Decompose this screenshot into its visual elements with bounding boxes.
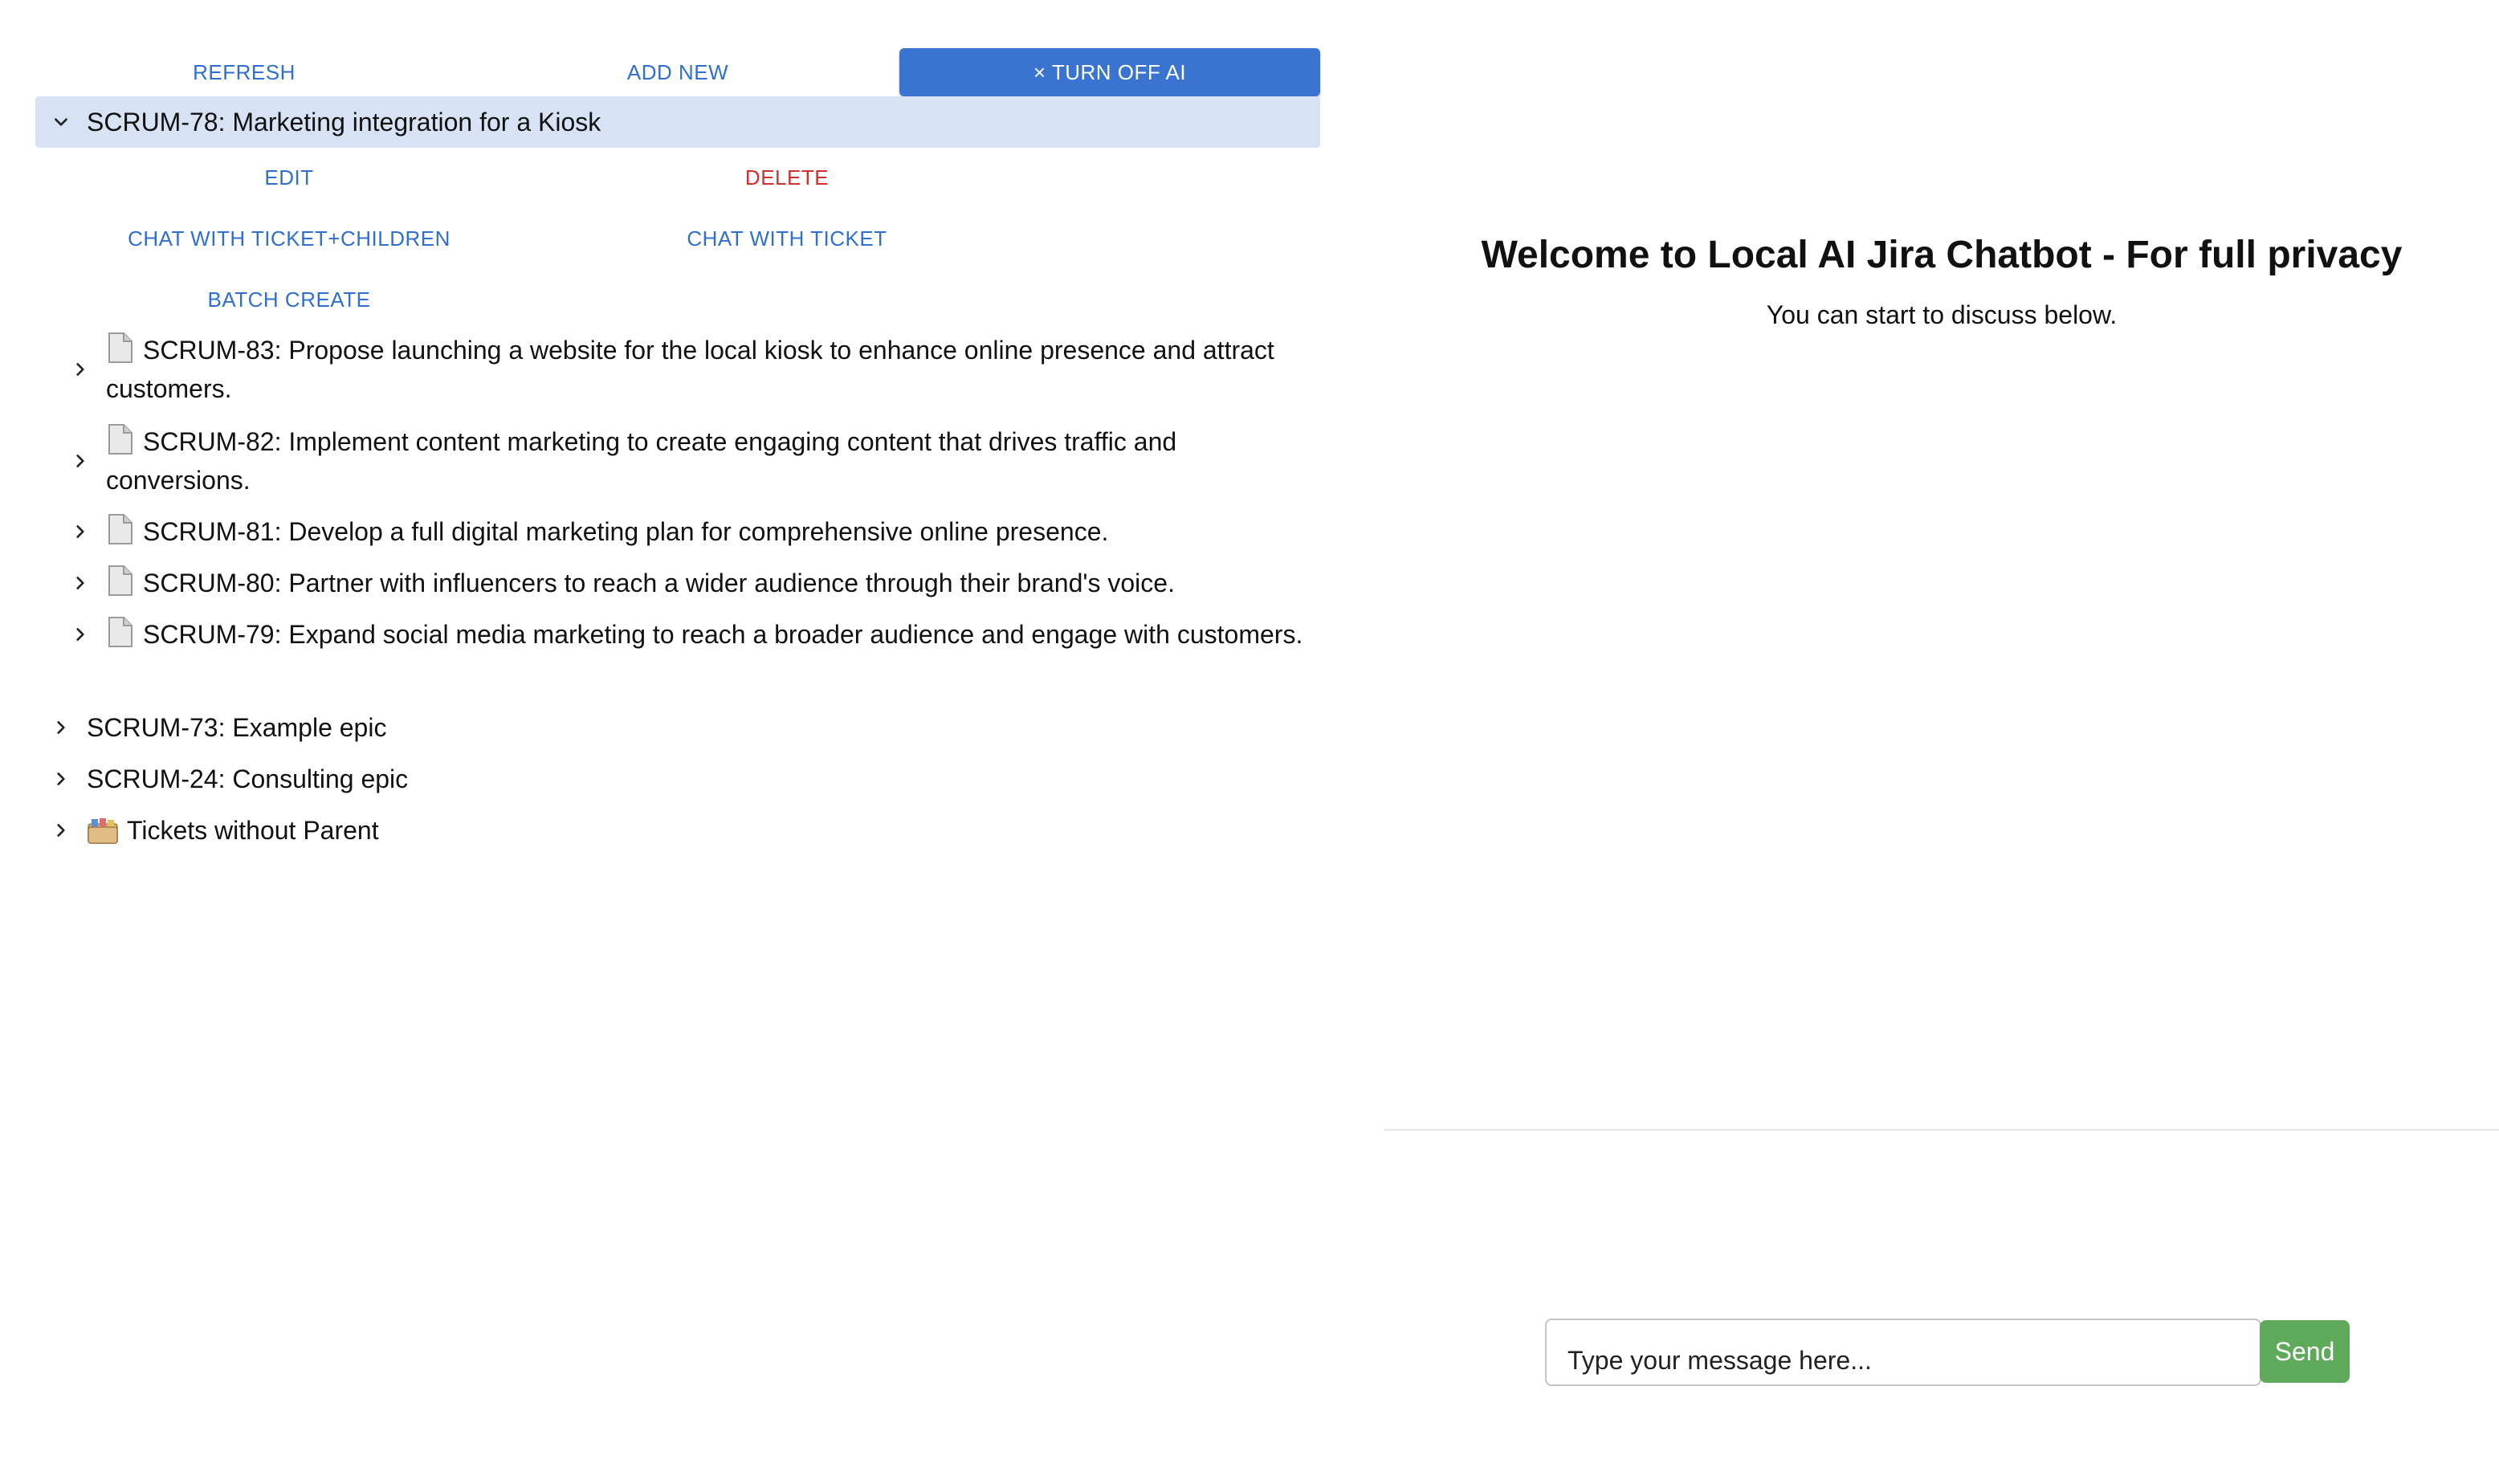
document-icon — [108, 617, 132, 647]
epic-row-no-parent[interactable]: Tickets without Parent — [35, 805, 1320, 856]
chevron-right-icon[interactable] — [55, 523, 106, 540]
ticket-row[interactable]: SCRUM-80: Partner with influencers to re… — [55, 564, 1323, 602]
epic-label: SCRUM-24: Consulting epic — [87, 764, 409, 793]
ticket-row[interactable]: SCRUM-79: Expand social media marketing … — [55, 615, 1323, 654]
send-button[interactable]: Send — [2260, 1320, 2350, 1383]
epic-row-selected[interactable]: SCRUM-78: Marketing integration for a Ki… — [35, 96, 1320, 148]
epic-label: SCRUM-73: Example epic — [87, 712, 387, 742]
chevron-down-icon[interactable] — [35, 113, 87, 131]
ticket-label: SCRUM-80: Partner with influencers to re… — [143, 569, 1175, 597]
chevron-right-icon[interactable] — [55, 452, 106, 470]
message-input[interactable] — [1545, 1319, 2261, 1386]
chevron-right-icon[interactable] — [35, 822, 87, 839]
ticket-tree-panel: REFRESH ADD NEW × TURN OFF AI SCRUM-78: … — [0, 0, 1365, 1484]
chat-with-ticket-button[interactable]: CHAT WITH TICKET — [642, 218, 932, 259]
document-icon — [108, 514, 132, 544]
ticket-label: SCRUM-81: Develop a full digital marketi… — [143, 517, 1109, 546]
toolbar: REFRESH ADD NEW × TURN OFF AI — [35, 48, 1320, 96]
chevron-right-icon[interactable] — [55, 626, 106, 643]
chat-divider — [1384, 1129, 2499, 1131]
ticket-row[interactable]: SCRUM-81: Develop a full digital marketi… — [55, 512, 1323, 551]
document-icon — [108, 565, 132, 596]
epic-label: Tickets without Parent — [127, 815, 379, 845]
ticket-label: SCRUM-83: Propose launching a website fo… — [106, 336, 1274, 403]
ticket-label: SCRUM-82: Implement content marketing to… — [106, 427, 1177, 495]
turn-off-ai-button[interactable]: × TURN OFF AI — [899, 48, 1320, 96]
chat-title: Welcome to Local AI Jira Chatbot - For f… — [1481, 234, 2403, 276]
chat-subtitle: You can start to discuss below. — [1766, 300, 2118, 329]
ticket-row[interactable]: SCRUM-83: Propose launching a website fo… — [55, 331, 1323, 408]
batch-create-button[interactable]: BATCH CREATE — [145, 279, 434, 320]
edit-button[interactable]: EDIT — [145, 157, 434, 198]
ticket-row[interactable]: SCRUM-82: Implement content marketing to… — [55, 422, 1323, 499]
refresh-button[interactable]: REFRESH — [35, 48, 453, 96]
chevron-right-icon[interactable] — [35, 770, 87, 788]
chevron-right-icon[interactable] — [35, 719, 87, 736]
epic-label: SCRUM-78: Marketing integration for a Ki… — [87, 107, 601, 137]
add-new-button[interactable]: ADD NEW — [469, 48, 887, 96]
chat-with-ticket-children-button[interactable]: CHAT WITH TICKET+CHILDREN — [80, 218, 498, 259]
document-icon — [108, 332, 132, 363]
epic-row[interactable]: SCRUM-24: Consulting epic — [35, 753, 1320, 805]
epic-row[interactable]: SCRUM-73: Example epic — [35, 702, 1320, 753]
chevron-right-icon[interactable] — [55, 361, 106, 378]
delete-button[interactable]: DELETE — [642, 157, 932, 198]
document-icon — [108, 424, 132, 455]
ticket-label: SCRUM-79: Expand social media marketing … — [143, 620, 1303, 649]
chevron-right-icon[interactable] — [55, 574, 106, 592]
folder-icon — [88, 818, 118, 844]
chat-panel: Welcome to Local AI Jira Chatbot - For f… — [1384, 0, 2499, 1484]
